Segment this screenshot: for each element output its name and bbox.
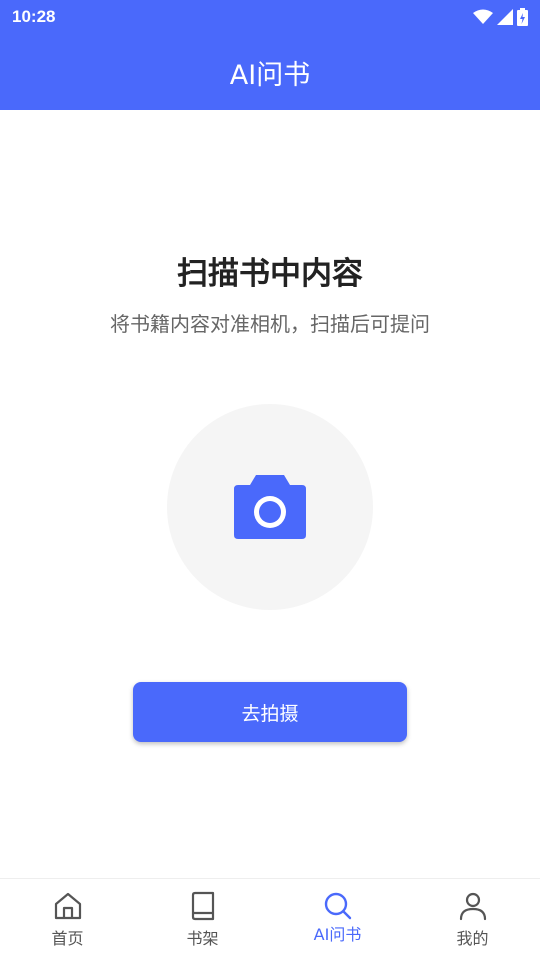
signal-icon [497, 9, 513, 25]
main-content: 扫描书中内容 将书籍内容对准相机，扫描后可提问 去拍摄 [0, 110, 540, 878]
nav-item-ai-ask[interactable]: AI问书 [270, 879, 405, 960]
camera-icon [234, 475, 306, 539]
person-icon [459, 892, 486, 921]
status-time: 10:28 [12, 7, 56, 26]
nav-label-home: 首页 [51, 929, 84, 948]
battery-icon [517, 8, 528, 26]
book-icon [191, 891, 214, 921]
nav-label-ai-ask: AI问书 [313, 925, 362, 944]
app-bar: AI问书 [0, 34, 540, 110]
nav-label-mine: 我的 [456, 929, 489, 948]
camera-circle[interactable] [167, 404, 373, 610]
search-icon [324, 892, 351, 920]
bottom-nav: 首页 书架 AI问书 我的 [0, 878, 540, 960]
go-shoot-button[interactable]: 去拍摄 [133, 682, 407, 742]
scan-headline: 扫描书中内容 [177, 256, 363, 292]
nav-item-home[interactable]: 首页 [0, 879, 135, 960]
nav-label-bookshelf: 书架 [186, 929, 219, 948]
status-bar: 10:28 [0, 0, 540, 34]
scan-instruction: 将书籍内容对准相机，扫描后可提问 [110, 312, 430, 336]
nav-item-bookshelf[interactable]: 书架 [135, 879, 270, 960]
wifi-icon [473, 9, 493, 24]
page-title: AI问书 [229, 59, 311, 91]
home-icon [54, 892, 81, 920]
status-icons [473, 8, 528, 26]
nav-item-mine[interactable]: 我的 [405, 879, 540, 960]
